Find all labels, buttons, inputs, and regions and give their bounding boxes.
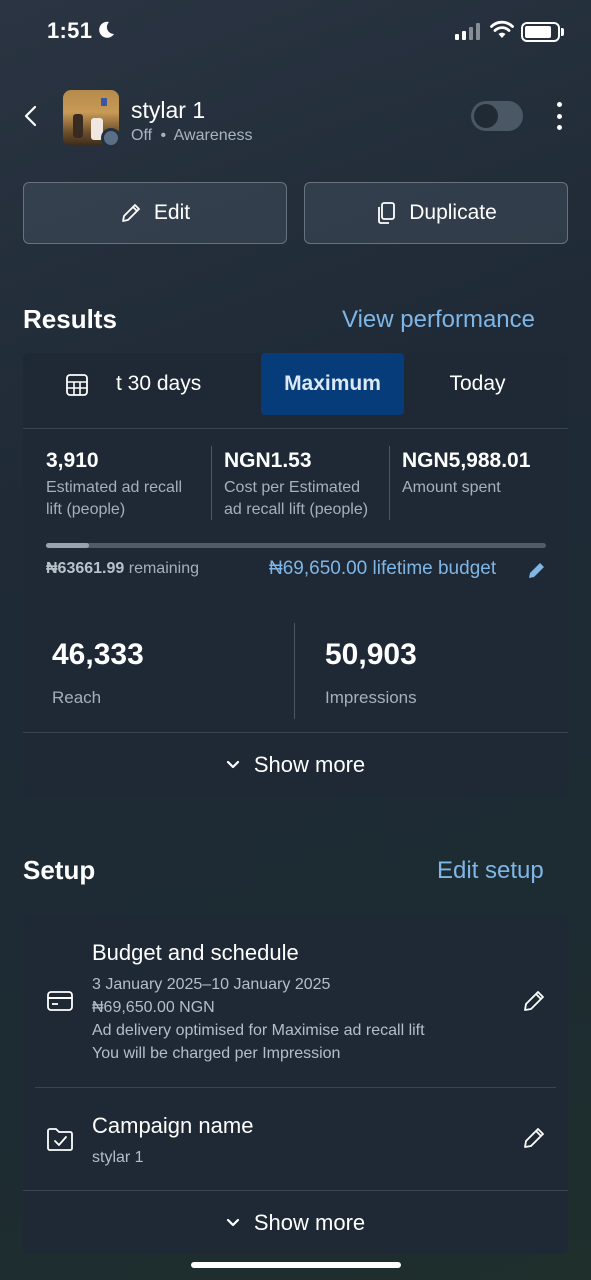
stat-divider [211, 446, 212, 520]
setup-show-more-button[interactable]: Show more [23, 1191, 568, 1254]
stat-cost-per: NGN1.53 Cost per Estimated ad recall lif… [224, 449, 389, 521]
budget-amount: ₦69,650.00 NGN [92, 999, 215, 1016]
pencil-icon[interactable] [522, 1126, 546, 1150]
budget-schedule-title: Budget and schedule [92, 940, 299, 965]
delivery-optimisation: Ad delivery optimised for Maximise ad re… [92, 1022, 425, 1039]
budget-schedule-details: 3 January 2025–10 January 2025 ₦69,650.0… [92, 973, 502, 1065]
credit-card-icon [47, 991, 73, 1011]
results-heading: Results [23, 304, 117, 334]
objective-text: Awareness [173, 127, 253, 144]
charge-method: You will be charged per Impression [92, 1045, 341, 1062]
more-options-icon[interactable] [552, 102, 566, 130]
moon-icon [99, 21, 114, 38]
status-dot [101, 128, 121, 148]
tab-today[interactable]: Today [410, 353, 545, 415]
battery-cap [561, 28, 564, 36]
stat-amount-spent: NGN5,988.01 Amount spent [402, 449, 562, 499]
campaign-name-row[interactable] [23, 1088, 568, 1190]
stat-value: NGN1.53 [224, 449, 312, 472]
campaign-title: stylar 1 [131, 97, 206, 123]
reach-divider [294, 623, 295, 719]
remaining-value: ₦63661.99 [46, 560, 125, 577]
stat-divider [389, 446, 390, 520]
tab-last-30-days[interactable]: t 30 days [100, 353, 250, 415]
budget-progress-fill [46, 543, 89, 548]
campaign-subtitle: Off • Awareness [131, 127, 253, 145]
status-time: 1:51 [47, 18, 93, 43]
pencil-icon[interactable] [522, 989, 546, 1013]
lifetime-budget-link[interactable]: ₦69,650.00 lifetime budget [269, 558, 496, 580]
duplicate-button[interactable]: Duplicate [304, 182, 568, 244]
edit-setup-link[interactable]: Edit setup [437, 857, 544, 885]
back-chevron-icon[interactable] [20, 104, 42, 128]
stat-label-line1: Cost per Estimated [224, 479, 361, 496]
battery-icon [521, 22, 560, 42]
chevron-down-icon [226, 1218, 239, 1226]
duplicate-label: Duplicate [409, 201, 497, 224]
edit-label: Edit [153, 201, 191, 224]
stat-ad-recall: 3,910 Estimated ad recall lift (people) [46, 449, 206, 521]
setup-heading: Setup [23, 855, 96, 885]
reach-value: 46,333 [52, 638, 144, 671]
duplicate-icon [378, 202, 396, 224]
stat-value: NGN5,988.01 [402, 449, 531, 472]
pencil-icon[interactable] [527, 560, 547, 580]
impressions-value: 50,903 [325, 638, 417, 671]
results-show-more-button[interactable]: Show more [23, 733, 568, 796]
show-more-label: Show more [253, 1209, 366, 1235]
stat-value: 3,910 [46, 449, 99, 472]
campaign-name-title: Campaign name [92, 1113, 254, 1138]
wifi-icon [490, 20, 514, 38]
folder-check-icon [47, 1128, 73, 1151]
view-performance-link[interactable]: View performance [342, 306, 535, 334]
stat-label-line2: ad recall lift (people) [224, 501, 369, 518]
home-indicator[interactable] [191, 1262, 401, 1268]
schedule-dates: 3 January 2025–10 January 2025 [92, 976, 331, 993]
show-more-label: Show more [253, 751, 366, 777]
reach-label: Reach [52, 688, 102, 707]
stat-label-line1: Estimated ad recall [46, 479, 183, 496]
pencil-icon [122, 204, 140, 222]
impressions-label: Impressions [325, 688, 417, 707]
chevron-down-icon [226, 760, 239, 768]
separator-dot: • [160, 127, 167, 144]
campaign-name-value: stylar 1 [92, 1149, 144, 1166]
status-text: Off [131, 127, 153, 144]
budget-remaining: ₦63661.99 remaining [46, 560, 199, 578]
budget-progress-track [46, 543, 546, 548]
tab-maximum[interactable]: Maximum [261, 353, 404, 415]
stat-label-line1: Amount spent [402, 479, 501, 496]
remaining-label: remaining [128, 560, 200, 577]
cellular-signal-icon [455, 23, 480, 40]
table-icon[interactable] [65, 373, 89, 397]
stat-label-line2: lift (people) [46, 501, 126, 518]
tabs-divider [23, 428, 568, 429]
campaign-toggle[interactable] [471, 101, 523, 131]
edit-button[interactable]: Edit [23, 182, 287, 244]
